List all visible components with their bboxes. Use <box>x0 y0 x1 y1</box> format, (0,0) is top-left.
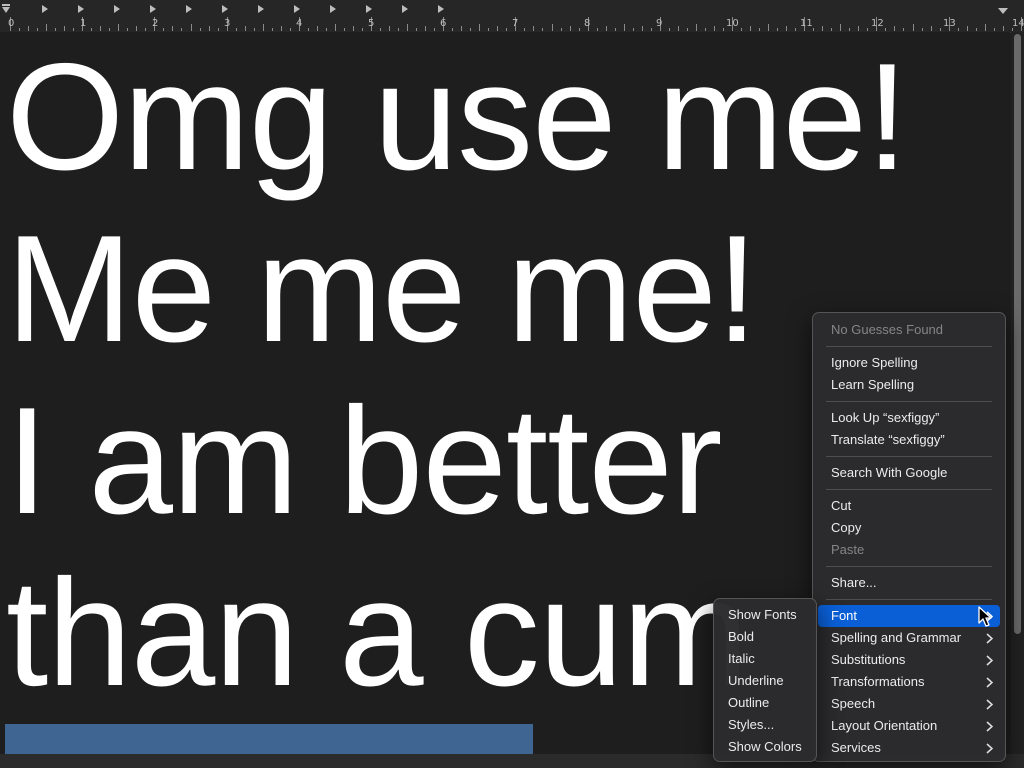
ruler-number: 3 <box>224 18 231 29</box>
ruler-number: 7 <box>512 18 519 29</box>
tab-stop <box>258 5 264 13</box>
document-line: Me me me! <box>6 204 758 374</box>
learn-spelling-item[interactable]: Learn Spelling <box>818 374 1000 396</box>
outline-item[interactable]: Outline <box>719 692 811 714</box>
document-line: than a cum <box>6 548 749 718</box>
copy-item[interactable]: Copy <box>818 517 1000 539</box>
italic-item[interactable]: Italic <box>719 648 811 670</box>
ruler-number: 1 <box>80 18 87 29</box>
tab-stop <box>402 5 408 13</box>
ruler-number: 4 <box>296 18 303 29</box>
show-fonts-item[interactable]: Show Fonts <box>719 604 811 626</box>
ruler-number: 6 <box>440 18 447 29</box>
chevron-right-icon <box>984 649 994 671</box>
font-menu-item[interactable]: Font <box>818 605 1000 627</box>
speech-item[interactable]: Speech <box>818 693 1000 715</box>
tab-stop <box>114 5 120 13</box>
spelling-and-grammar-item[interactable]: Spelling and Grammar <box>818 627 1000 649</box>
vertical-scrollbar[interactable] <box>1011 32 1024 768</box>
ruler-number: 9 <box>656 18 663 29</box>
services-label: Services <box>831 740 881 755</box>
menu-separator <box>826 346 992 347</box>
menu-separator <box>826 456 992 457</box>
tab-stop <box>330 5 336 13</box>
transformations-item[interactable]: Transformations <box>818 671 1000 693</box>
document-line: I am better <box>6 376 723 546</box>
tab-stop <box>42 5 48 13</box>
chevron-right-icon <box>984 737 994 759</box>
show-colors-item[interactable]: Show Colors <box>719 736 811 758</box>
translate-item[interactable]: Translate “sexfiggy” <box>818 429 1000 451</box>
cut-item[interactable]: Cut <box>818 495 1000 517</box>
scroll-thumb[interactable] <box>1014 34 1021 634</box>
menu-separator <box>826 566 992 567</box>
ruler[interactable]: 0 1 2 3 4 5 6 7 8 9 10 11 12 13 14 <box>0 0 1024 33</box>
ruler-number: 2 <box>152 18 159 29</box>
ruler-number: 13 <box>943 18 956 29</box>
tab-stop <box>294 5 300 13</box>
chevron-right-icon <box>984 715 994 737</box>
document-line: Omg use me! <box>6 32 908 202</box>
text-selection-highlight <box>5 724 533 754</box>
transformations-label: Transformations <box>831 674 925 689</box>
tab-stop <box>186 5 192 13</box>
text-editor-window: 0 1 2 3 4 5 6 7 8 9 10 11 12 13 14 Omg u… <box>0 0 1024 768</box>
ruler-number: 0 <box>8 18 15 29</box>
menu-separator <box>826 599 992 600</box>
font-submenu: Show Fonts Bold Italic Underline Outline… <box>713 598 817 762</box>
left-margin-marker <box>2 7 10 13</box>
first-line-indent-marker <box>2 4 10 6</box>
substitutions-label: Substitutions <box>831 652 906 667</box>
mouse-pointer-icon <box>978 606 992 633</box>
layout-orientation-item[interactable]: Layout Orientation <box>818 715 1000 737</box>
chevron-right-icon <box>984 693 994 715</box>
spelling-and-grammar-label: Spelling and Grammar <box>831 630 962 645</box>
tab-stop <box>78 5 84 13</box>
font-menu-label: Font <box>831 608 858 623</box>
no-guesses-found-item: No Guesses Found <box>831 322 944 337</box>
menu-separator <box>826 401 992 402</box>
chevron-right-icon <box>984 671 994 693</box>
right-margin-marker <box>998 8 1008 14</box>
menu-separator <box>826 489 992 490</box>
ruler-number: 10 <box>726 18 739 29</box>
tab-stop <box>366 5 372 13</box>
speech-label: Speech <box>831 696 876 711</box>
substitutions-item[interactable]: Substitutions <box>818 649 1000 671</box>
look-up-item[interactable]: Look Up “sexfiggy” <box>818 407 1000 429</box>
context-menu: No Guesses Found Ignore Spelling Learn S… <box>812 312 1006 762</box>
search-with-google-item[interactable]: Search With Google <box>818 462 1000 484</box>
underline-item[interactable]: Underline <box>719 670 811 692</box>
layout-orientation-label: Layout Orientation <box>831 718 938 733</box>
tab-stop <box>438 5 444 13</box>
ruler-number: 14 <box>1012 18 1024 29</box>
ruler-number: 5 <box>368 18 375 29</box>
paste-item: Paste <box>831 542 865 557</box>
ignore-spelling-item[interactable]: Ignore Spelling <box>818 352 1000 374</box>
tab-stop <box>150 5 156 13</box>
styles-item[interactable]: Styles... <box>719 714 811 736</box>
ruler-number: 12 <box>871 18 884 29</box>
ruler-number: 11 <box>800 18 813 29</box>
services-item[interactable]: Services <box>818 737 1000 759</box>
share-item[interactable]: Share... <box>818 572 1000 594</box>
bold-item[interactable]: Bold <box>719 626 811 648</box>
ruler-number: 8 <box>584 18 591 29</box>
tab-stop <box>222 5 228 13</box>
